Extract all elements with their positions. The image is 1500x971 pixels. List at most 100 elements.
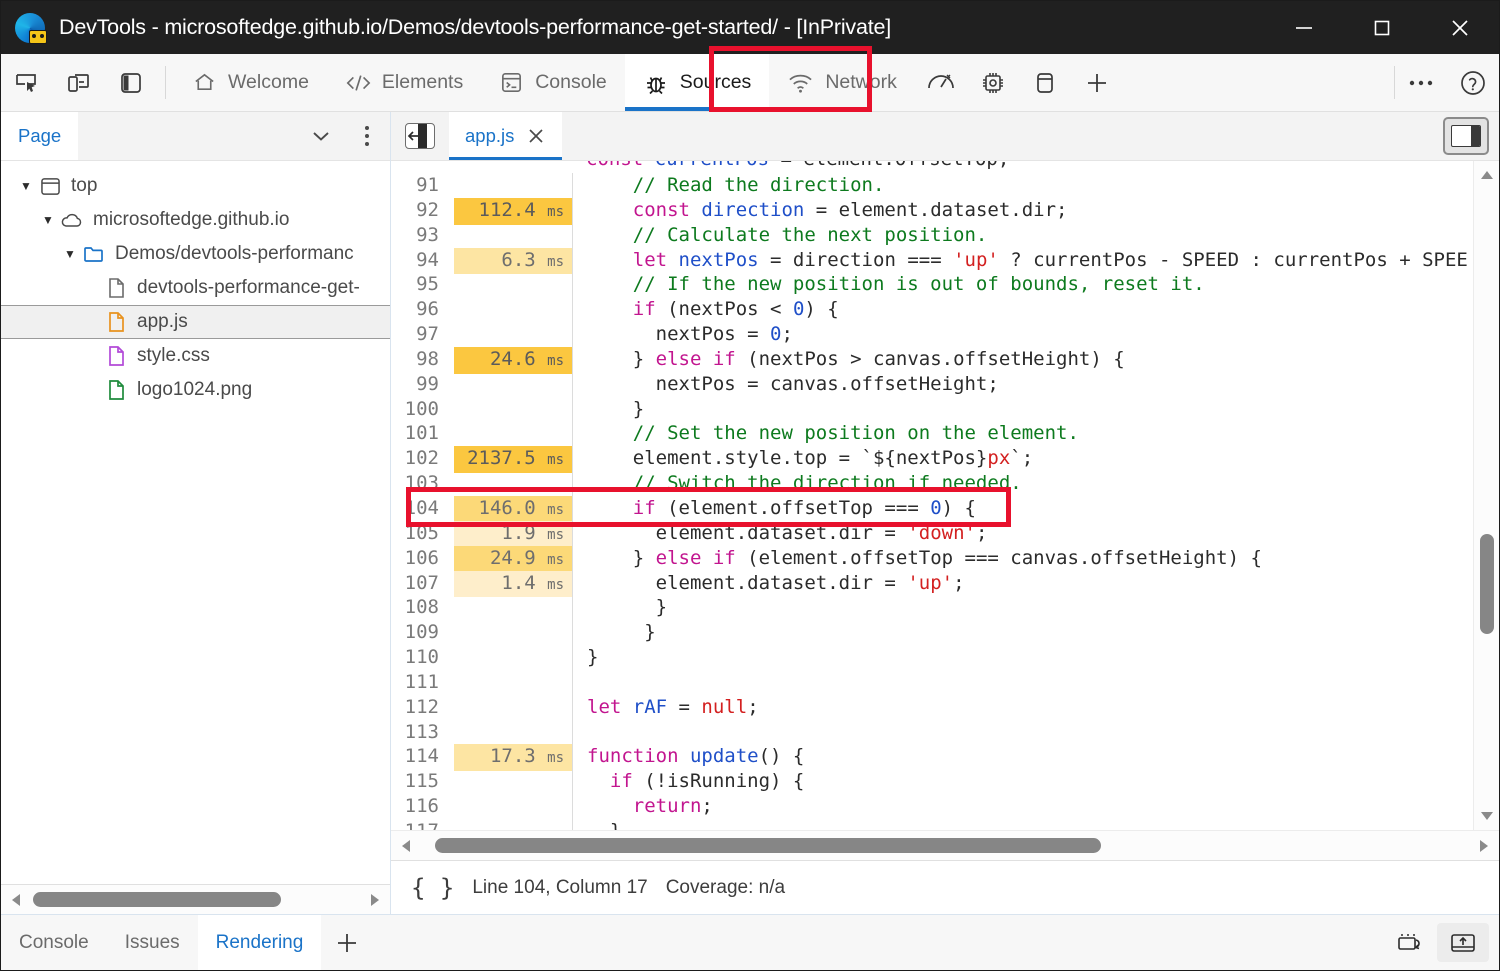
line-number: 100 — [391, 397, 447, 422]
scroll-down-arrow-icon[interactable] — [1479, 802, 1495, 830]
tree-item-file-logo-png[interactable]: logo1024.png — [1, 373, 390, 407]
code-line[interactable]: return; — [587, 794, 1473, 819]
dock-side-icon[interactable] — [105, 54, 157, 111]
code-line[interactable]: } else if (nextPos > canvas.offsetHeight… — [587, 347, 1473, 372]
code-line[interactable]: // If the new position is out of bounds,… — [587, 272, 1473, 297]
code-scroll-area[interactable]: 9192939495969798991001011021031041051061… — [391, 161, 1473, 830]
code-line[interactable]: // Set the new position on the element. — [587, 421, 1473, 446]
coverage-label: Coverage: n/a — [666, 877, 785, 899]
tab-console[interactable]: Console — [481, 54, 625, 111]
scroll-up-arrow-icon[interactable] — [1479, 161, 1495, 189]
tab-welcome[interactable]: Welcome — [174, 54, 327, 111]
close-button[interactable] — [1421, 1, 1499, 54]
code-line[interactable]: element.dataset.dir = 'up'; — [587, 571, 1473, 596]
code-line[interactable]: } — [587, 620, 1473, 645]
code-line[interactable]: if (!isRunning) { — [587, 769, 1473, 794]
help-icon[interactable] — [1447, 54, 1499, 111]
scroll-track[interactable] — [421, 831, 1469, 860]
navigator-tab-page[interactable]: Page — [1, 112, 78, 160]
chevron-down-icon[interactable] — [298, 112, 344, 160]
code-token: // Switch the direction if needed. — [633, 472, 1022, 494]
code-line[interactable]: } else if (element.offsetTop === canvas.… — [587, 546, 1473, 571]
line-number: 102 — [391, 446, 447, 471]
pretty-print-icon[interactable]: { } — [411, 874, 454, 902]
caret-expanded-icon[interactable]: ▼ — [37, 213, 59, 227]
tree-item-file-style-css[interactable]: style.css — [1, 339, 390, 373]
drawer-tab-console[interactable]: Console — [1, 915, 107, 970]
kebab-menu-icon[interactable] — [344, 112, 390, 160]
code-line[interactable]: function update() { — [587, 744, 1473, 769]
code-line[interactable]: } — [587, 397, 1473, 422]
performance-icon[interactable] — [915, 54, 967, 111]
drawer-tab-rendering[interactable]: Rendering — [198, 915, 322, 970]
tree-item-label: logo1024.png — [137, 379, 252, 401]
code-token: ; — [701, 795, 712, 817]
maximize-button[interactable] — [1343, 1, 1421, 54]
dock-to-bottom-icon[interactable] — [1437, 923, 1489, 962]
code-line[interactable]: nextPos = canvas.offsetHeight; — [587, 372, 1473, 397]
scroll-thumb[interactable] — [33, 892, 281, 907]
device-emulation-icon[interactable] — [53, 54, 105, 111]
tree-item-top[interactable]: ▼ top — [1, 169, 390, 203]
code-line[interactable]: } — [587, 595, 1473, 620]
performance-timing-cell — [447, 695, 572, 720]
tab-sources[interactable]: Sources — [625, 54, 770, 111]
tree-item-folder[interactable]: ▼ Demos/devtools-performanc — [1, 237, 390, 271]
scroll-left-arrow-icon[interactable] — [1, 892, 31, 908]
caret-expanded-icon[interactable]: ▼ — [15, 179, 37, 193]
code-line[interactable]: } — [587, 819, 1473, 830]
code-line[interactable]: element.style.top = `${nextPos}px`; — [587, 446, 1473, 471]
memory-chip-icon[interactable] — [967, 54, 1019, 111]
performance-timing-cell: 146.0 ms — [447, 496, 572, 521]
show-navigator-icon[interactable] — [1443, 117, 1489, 155]
code-line[interactable]: element.dataset.dir = 'down'; — [587, 521, 1473, 546]
drawer-tab-issues[interactable]: Issues — [107, 915, 198, 970]
navigator-horizontal-scrollbar[interactable] — [1, 884, 390, 914]
add-tab-icon[interactable] — [1071, 54, 1123, 111]
devtools-window: DevTools - microsoftedge.github.io/Demos… — [0, 0, 1500, 971]
code-token: update — [690, 745, 759, 767]
scroll-thumb[interactable] — [435, 838, 1101, 853]
application-storage-icon[interactable] — [1019, 54, 1071, 111]
navigate-back-button[interactable] — [391, 112, 449, 160]
code-line[interactable] — [587, 720, 1473, 745]
code-line[interactable]: nextPos = 0; — [587, 322, 1473, 347]
screenshot-node-icon[interactable] — [1385, 915, 1437, 970]
tab-network[interactable]: Network — [769, 54, 915, 111]
code-line[interactable]: const direction = element.dataset.dir; — [587, 198, 1473, 223]
code-token: ; — [782, 323, 793, 345]
caret-expanded-icon[interactable]: ▼ — [59, 247, 81, 261]
tree-item-file-html[interactable]: devtools-performance-get- — [1, 271, 390, 305]
editor-vertical-scrollbar[interactable] — [1473, 161, 1499, 830]
tree-item-domain[interactable]: ▼ microsoftedge.github.io — [1, 203, 390, 237]
more-options-icon[interactable] — [1395, 54, 1447, 111]
performance-timing-cell — [447, 322, 572, 347]
close-icon[interactable] — [526, 126, 546, 146]
editor-horizontal-scrollbar[interactable] — [391, 830, 1499, 860]
scroll-track[interactable] — [1474, 189, 1499, 802]
code-text-column[interactable]: // Read the direction. const direction =… — [572, 173, 1473, 830]
code-line[interactable]: if (element.offsetTop === 0) { — [587, 496, 1473, 521]
code-line[interactable]: // Calculate the next position. — [587, 223, 1473, 248]
scroll-track[interactable] — [31, 885, 360, 914]
editor-tab-app-js[interactable]: app.js — [449, 112, 562, 160]
tree-item-file-app-js[interactable]: app.js — [1, 305, 390, 339]
code-line[interactable]: let nextPos = direction === 'up' ? curre… — [587, 248, 1473, 273]
add-tab-icon[interactable] — [321, 915, 373, 970]
code-line[interactable] — [587, 670, 1473, 695]
tab-elements[interactable]: Elements — [327, 54, 481, 111]
inspect-element-icon[interactable] — [1, 54, 53, 111]
document-icon — [103, 277, 129, 299]
scroll-left-arrow-icon[interactable] — [391, 838, 421, 854]
code-line[interactable]: // Read the direction. — [587, 173, 1473, 198]
scroll-thumb[interactable] — [1480, 534, 1494, 634]
scroll-right-arrow-icon[interactable] — [360, 892, 390, 908]
scroll-right-arrow-icon[interactable] — [1469, 838, 1499, 854]
code-editor[interactable]: 9192939495969798991001011021031041051061… — [391, 161, 1499, 830]
line-number: 93 — [391, 223, 447, 248]
minimize-button[interactable] — [1265, 1, 1343, 54]
code-line[interactable]: let rAF = null; — [587, 695, 1473, 720]
code-line[interactable]: // Switch the direction if needed. — [587, 471, 1473, 496]
code-line[interactable]: } — [587, 645, 1473, 670]
code-line[interactable]: if (nextPos < 0) { — [587, 297, 1473, 322]
